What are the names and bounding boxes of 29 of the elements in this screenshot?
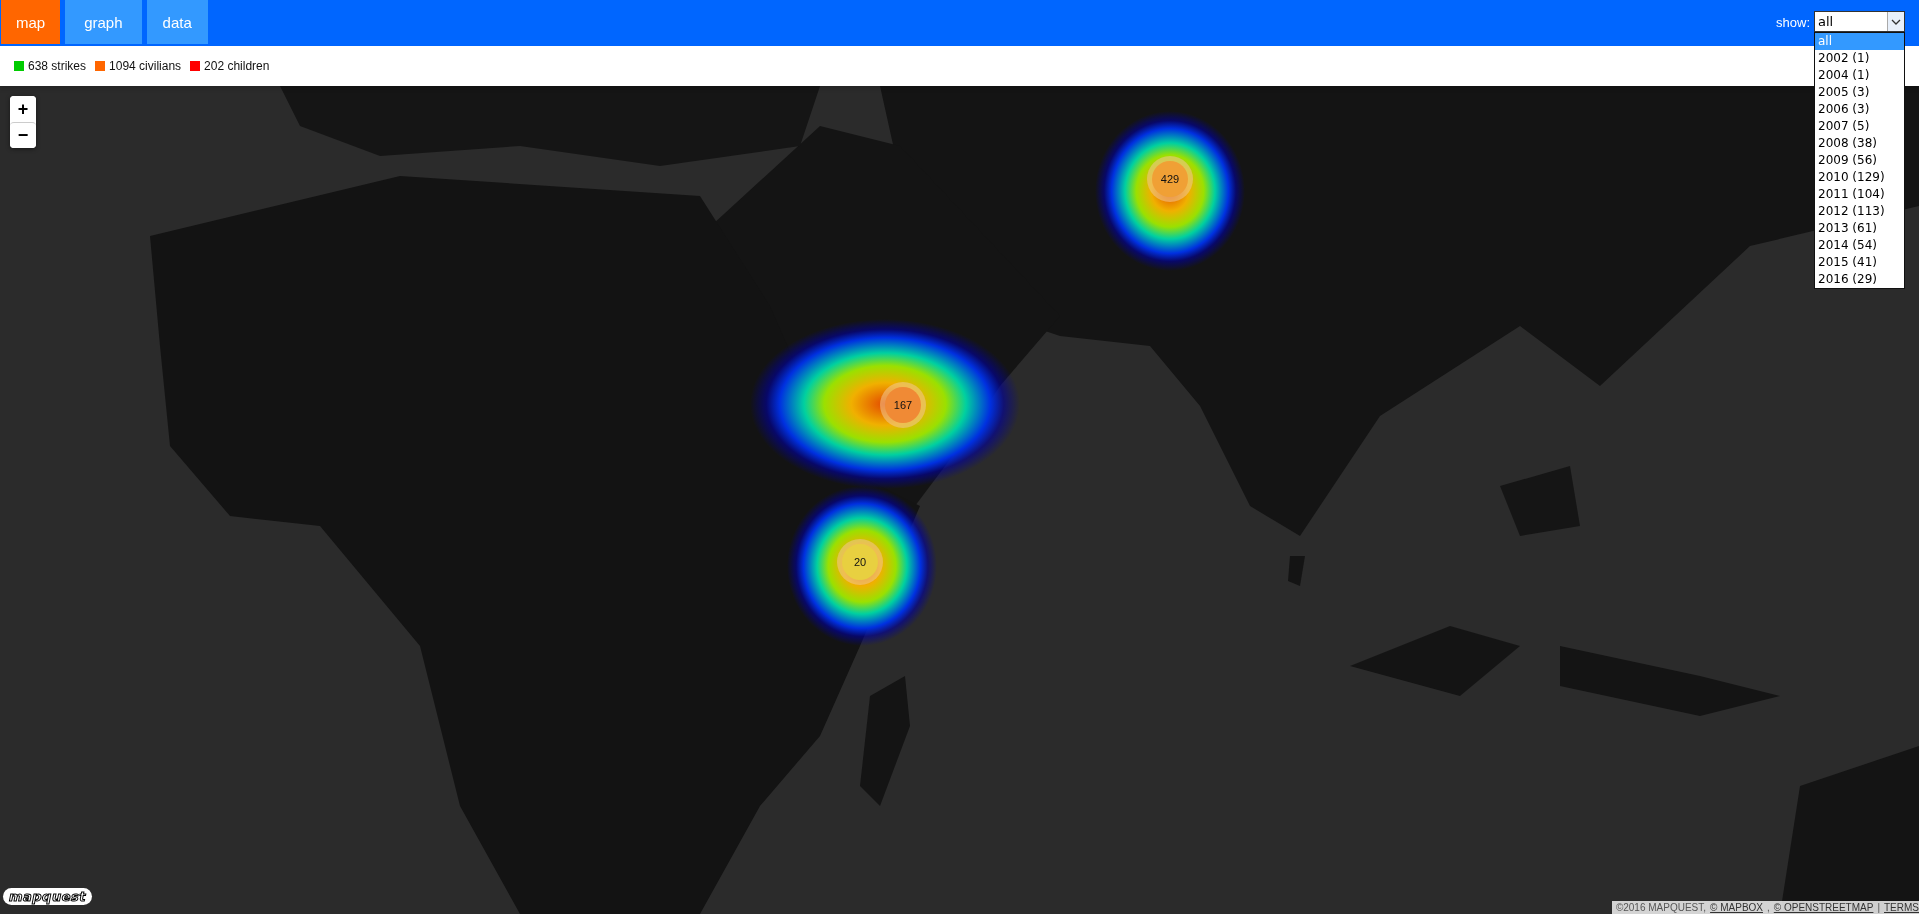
filter-label: show: [1776, 15, 1810, 30]
dropdown-option[interactable]: 2004 (1) [1815, 67, 1904, 84]
legend-label: 202 children [204, 59, 270, 73]
dropdown-option[interactable]: 2015 (41) [1815, 254, 1904, 271]
attribution-text: ©2016 MAPQUEST, [1615, 902, 1707, 913]
dropdown-option[interactable]: 2013 (61) [1815, 220, 1904, 237]
dropdown-option[interactable]: 2005 (3) [1815, 84, 1904, 101]
dropdown-option[interactable]: 2012 (113) [1815, 203, 1904, 220]
dropdown-option[interactable]: 2010 (129) [1815, 169, 1904, 186]
attribution-text: | [1877, 902, 1880, 913]
dropdown-option[interactable]: 2002 (1) [1815, 50, 1904, 67]
legend-label: 1094 civilians [109, 59, 182, 73]
dropdown-option[interactable]: 2009 (56) [1815, 152, 1904, 169]
dropdown-option[interactable]: 2007 (5) [1815, 118, 1904, 135]
attribution-link[interactable]: © OPENSTREETMAP [1773, 902, 1874, 913]
dropdown-option[interactable]: 2016 (29) [1815, 271, 1904, 288]
zoom-out-button[interactable]: − [10, 122, 36, 148]
dropdown-option[interactable]: 2014 (54) [1815, 237, 1904, 254]
attribution-link[interactable]: TERMS [1884, 902, 1919, 913]
attribution-link[interactable]: © MAPBOX [1710, 902, 1763, 913]
dropdown-option[interactable]: 2011 (104) [1815, 186, 1904, 203]
dropdown-option[interactable]: 2008 (38) [1815, 135, 1904, 152]
dropdown-option[interactable]: 2006 (3) [1815, 101, 1904, 118]
legend-label: 638 strikes [28, 59, 87, 73]
zoom-in-button[interactable]: + [10, 96, 36, 122]
caret-icon [1887, 12, 1904, 31]
year-dropdown[interactable]: all [1814, 11, 1905, 32]
logo[interactable]: mapquest [3, 888, 92, 905]
attribution-text: , [1767, 902, 1770, 913]
